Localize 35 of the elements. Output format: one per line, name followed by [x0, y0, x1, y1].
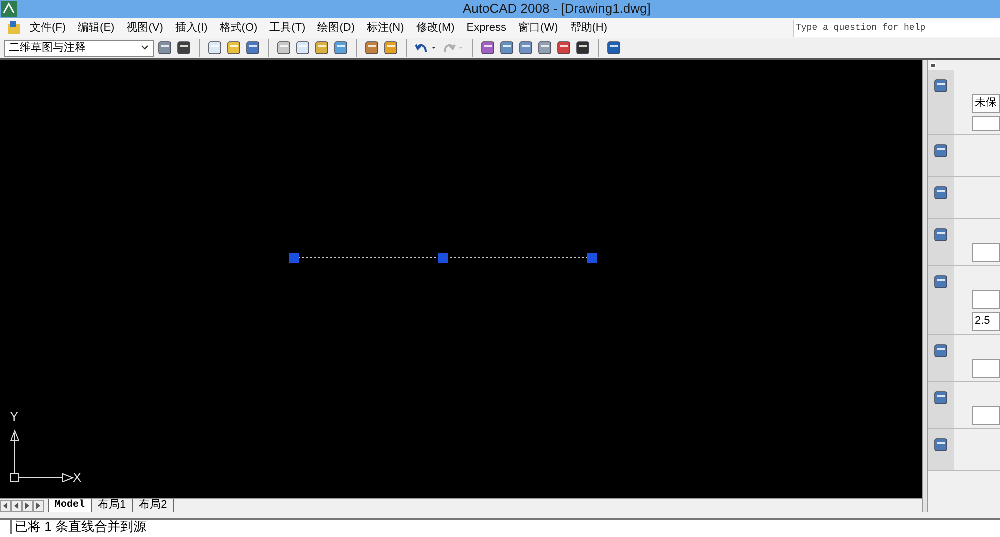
window-title: AutoCAD 2008 - [Drawing1.dwg] — [463, 0, 651, 18]
style-field[interactable] — [972, 406, 1000, 425]
selected-line[interactable] — [289, 253, 597, 263]
menu-item[interactable]: 帮助(H) — [564, 20, 614, 36]
text-style-field[interactable] — [972, 290, 1000, 309]
menu-item[interactable]: 编辑(E) — [72, 20, 121, 36]
menu-item[interactable]: 修改(M) — [410, 20, 461, 36]
style-field[interactable] — [972, 359, 1000, 378]
drawing-canvas[interactable]: Y X — [0, 60, 922, 498]
help-search-field[interactable]: Type a question for help — [793, 20, 1000, 36]
style-field[interactable] — [972, 243, 1000, 262]
x-axis-label: X — [73, 471, 82, 485]
collapse-icon[interactable] — [930, 62, 936, 68]
command-line-text: 已将 1 条直线合并到源 — [10, 520, 146, 534]
menu-item[interactable]: 视图(V) — [120, 20, 170, 36]
text-height-field[interactable]: 2.5 — [972, 312, 1000, 331]
y-axis-label: Y — [10, 410, 19, 424]
menu-item[interactable]: Express — [460, 20, 513, 36]
menu-item[interactable]: 工具(T) — [264, 20, 312, 36]
document-menu-icon[interactable] — [6, 20, 22, 36]
menu-item[interactable]: 格式(O) — [214, 20, 264, 36]
next-tab-icon[interactable] — [22, 500, 33, 512]
layer-field[interactable]: 未保 — [972, 94, 1000, 113]
menu-item[interactable]: 绘图(D) — [312, 20, 361, 36]
previous-tab-icon[interactable] — [11, 500, 22, 512]
dropdown-caret-icon[interactable] — [141, 45, 149, 51]
menu-item[interactable]: 窗口(W) — [512, 20, 564, 36]
first-tab-icon[interactable] — [0, 500, 11, 512]
workspace-dropdown[interactable]: 二维草图与注释 — [4, 40, 154, 56]
layout-tab[interactable]: Model — [48, 499, 92, 512]
menu-item[interactable]: 文件(F) — [24, 20, 72, 36]
menu-item[interactable]: 插入(I) — [169, 20, 214, 36]
layer-state-field[interactable] — [972, 116, 1000, 131]
last-tab-icon[interactable] — [33, 500, 44, 512]
menu-item[interactable]: 标注(N) — [361, 20, 410, 36]
